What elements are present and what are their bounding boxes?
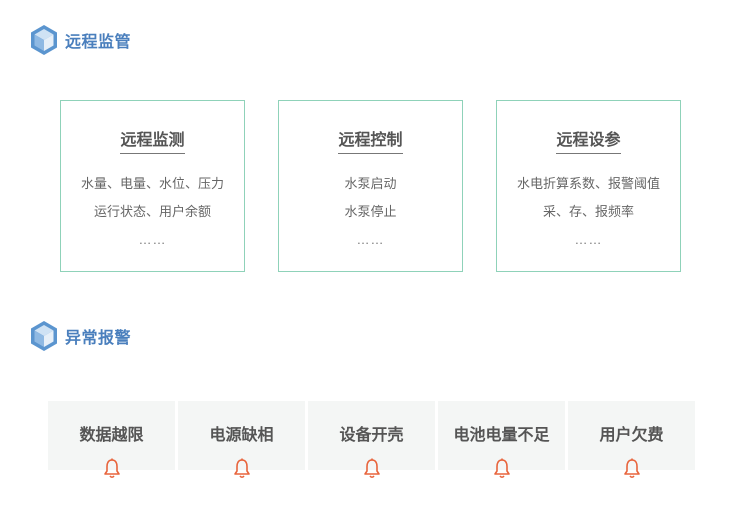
alarm-item-data-overlimit[interactable]: 数据越限 [48,401,175,479]
card-line: 采、存、报频率 [542,204,634,219]
alarm-item-phase-loss[interactable]: 电源缺相 [178,401,305,479]
alarm-label: 电池电量不足 [453,427,550,444]
section-title: 远程监管 [65,34,132,51]
card-line: 水泵启动 [344,176,397,191]
alarm-item-user-arrears[interactable]: 用户欠费 [568,401,695,479]
section-title: 异常报警 [65,330,132,347]
alarm-label: 用户欠费 [599,427,664,444]
bell-icon [363,458,380,479]
alarm-list: 数据越限 电源缺相 设备开壳 电池电量不足 用户欠费 [48,401,696,479]
card-line: 水量、电量、水位、压力 [80,176,224,191]
cube-icon [31,25,57,55]
card-more: …… [574,232,603,247]
bell-icon [233,458,250,479]
section-header-remote: 远程监管 [29,24,131,56]
bell-icon [493,458,510,479]
card-more: …… [356,232,385,247]
section-header-alarm: 异常报警 [29,320,131,352]
card-line: 水电折算系数、报警阈值 [516,176,660,191]
bell-icon [103,458,120,479]
bell-icon [623,458,640,479]
card-line: 水泵停止 [344,204,397,219]
card-line: 运行状态、用户余额 [93,204,211,219]
card-title: 远程监测 [120,131,185,154]
alarm-item-enclosure-open[interactable]: 设备开壳 [308,401,435,479]
alarm-item-low-battery[interactable]: 电池电量不足 [438,401,565,479]
card-title: 远程设参 [556,131,621,154]
alarm-label: 数据越限 [79,427,144,444]
card-remote-parameters[interactable]: 远程设参 水电折算系数、报警阈值 采、存、报频率 …… [496,100,681,272]
card-remote-control[interactable]: 远程控制 水泵启动 水泵停止 …… [278,100,463,272]
alarm-label: 设备开壳 [339,427,404,444]
card-title: 远程控制 [338,131,403,154]
card-more: …… [138,232,167,247]
remote-cards: 远程监测 水量、电量、水位、压力 运行状态、用户余额 …… 远程控制 水泵启动 … [60,100,683,274]
alarm-label: 电源缺相 [209,427,274,444]
cube-icon [31,321,57,351]
card-remote-monitoring[interactable]: 远程监测 水量、电量、水位、压力 运行状态、用户余额 …… [60,100,245,272]
